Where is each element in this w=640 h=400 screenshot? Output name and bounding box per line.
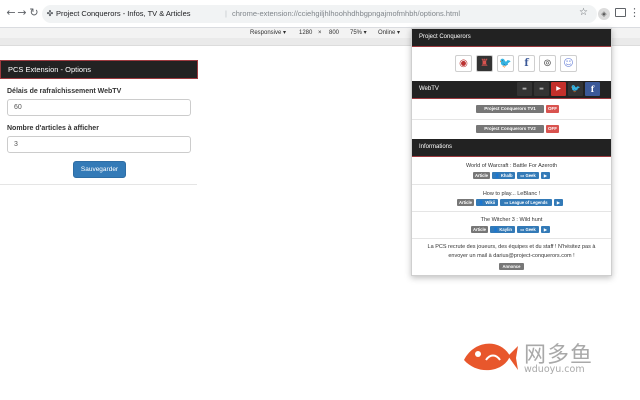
watermark-url: wduoyu.com <box>524 364 585 375</box>
informations-title: Informations <box>419 144 453 150</box>
news-title[interactable]: How to play... LeBlanc ! <box>412 191 611 197</box>
facebook-icon[interactable]: f <box>585 82 600 96</box>
popup-header: Project Conquerors <box>412 29 611 47</box>
address-separator: | <box>225 9 227 18</box>
articles-count-label: Nombre d'articles à afficher <box>7 125 99 132</box>
device-mode-select[interactable]: Responsive ▾ <box>250 28 286 38</box>
author-tag: 👤 Wikii <box>476 199 498 206</box>
news-title[interactable]: World of Warcraft : Battle For Azeroth <box>412 163 611 169</box>
address-url: chrome-extension://cciehgiljhlhoohhdhbgp… <box>232 9 461 18</box>
device-height[interactable]: 800 <box>329 28 339 38</box>
discord-icon[interactable]: ☺ <box>560 55 577 72</box>
recruit-announcement: La PCS recrute des joueurs, des équipes … <box>427 244 596 259</box>
star-icon[interactable]: ☆ <box>579 7 588 19</box>
divider <box>412 238 611 239</box>
author-tag: 👤 Khalb <box>492 172 515 179</box>
reload-icon[interactable]: ↻ <box>27 6 41 20</box>
play-button[interactable]: ▶ <box>554 199 563 206</box>
category-tag: ▭ Geek <box>517 226 539 233</box>
informations-header: Informations <box>412 139 611 157</box>
dailymotion-icon[interactable]: ▬ <box>517 82 532 96</box>
facebook-icon[interactable]: f <box>518 55 535 72</box>
play-button[interactable]: ▶ <box>541 226 550 233</box>
news-title[interactable]: The Witcher 3 : Wild hunt <box>412 217 611 223</box>
stream-row[interactable]: Project Conquerors TV2 OFF <box>412 125 611 135</box>
popup-title: Project Conquerors <box>419 34 471 40</box>
pcs-extension-icon[interactable]: ◈ <box>598 8 610 20</box>
author-tag: 👤 Kaylin <box>490 226 515 233</box>
extension-puzzle-icon: ✤ <box>46 9 54 18</box>
type-tag: Article <box>457 199 474 206</box>
hitbox-icon[interactable]: ▬ <box>534 82 549 96</box>
options-header: PCS Extension - Options <box>0 60 198 79</box>
zoom-select[interactable]: 75% ▾ <box>350 28 367 38</box>
extension-popup: Project Conquerors ◉ ♜ 🐦 f ⊚ ☺ WebTV ▬ ▬… <box>411 28 612 276</box>
play-button[interactable]: ▶ <box>541 172 550 179</box>
save-button[interactable]: Sauvegarder <box>73 161 126 178</box>
divider <box>412 119 611 120</box>
steam-icon[interactable]: ⊚ <box>539 55 556 72</box>
author-name: Khalb <box>500 173 513 178</box>
youtube-icon[interactable]: ▶ <box>551 82 566 96</box>
type-tag: Article <box>471 226 488 233</box>
page-title: Project Conquerors - Infos, TV & Article… <box>56 9 191 18</box>
category-name: Geek <box>525 227 536 232</box>
category-name: Geek <box>525 173 536 178</box>
divider <box>412 184 611 185</box>
type-tag: Article <box>473 172 490 179</box>
divider <box>412 211 611 212</box>
team-logo-icon[interactable]: ♜ <box>476 55 493 72</box>
twitter-icon[interactable]: 🐦 <box>568 82 583 96</box>
stream-name[interactable]: Project Conquerors TV2 <box>476 125 544 133</box>
articles-count-input[interactable]: 3 <box>7 136 191 153</box>
twitter-icon[interactable]: 🐦 <box>497 55 514 72</box>
cast-icon[interactable] <box>615 8 626 17</box>
pcs-logo-icon[interactable]: ◉ <box>455 55 472 72</box>
network-select[interactable]: Online ▾ <box>378 28 400 38</box>
address-bar[interactable]: ✤ Project Conquerors - Infos, TV & Artic… <box>42 5 597 23</box>
refresh-delay-input[interactable]: 60 <box>7 99 191 116</box>
stream-name[interactable]: Project Conquerors TV1 <box>476 105 544 113</box>
kebab-menu-icon[interactable]: ⋮ <box>629 7 640 19</box>
browser-toolbar: ← → ↻ ✤ Project Conquerors - Infos, TV &… <box>0 0 640 28</box>
refresh-delay-label: Délais de rafraîchissement WebTV <box>7 88 122 95</box>
device-times: × <box>318 30 322 36</box>
fish-logo-icon <box>464 343 518 371</box>
author-name: Kaylin <box>499 227 512 232</box>
announcement-tag: Annonce <box>499 263 524 270</box>
stream-status-badge: OFF <box>546 105 559 113</box>
stream-status-badge: OFF <box>546 125 559 133</box>
author-name: Wikii <box>485 200 496 205</box>
stream-row[interactable]: Project Conquerors TV1 OFF <box>412 105 611 115</box>
webtv-header: WebTV ▬ ▬ ▶ 🐦 f <box>412 81 611 99</box>
device-width[interactable]: 1280 <box>299 28 312 38</box>
category-tag: ▭ Geek <box>517 172 539 179</box>
category-name: League of Legends <box>509 200 548 205</box>
category-tag: ▭ League of Legends <box>500 199 552 206</box>
webtv-title: WebTV <box>419 86 439 92</box>
